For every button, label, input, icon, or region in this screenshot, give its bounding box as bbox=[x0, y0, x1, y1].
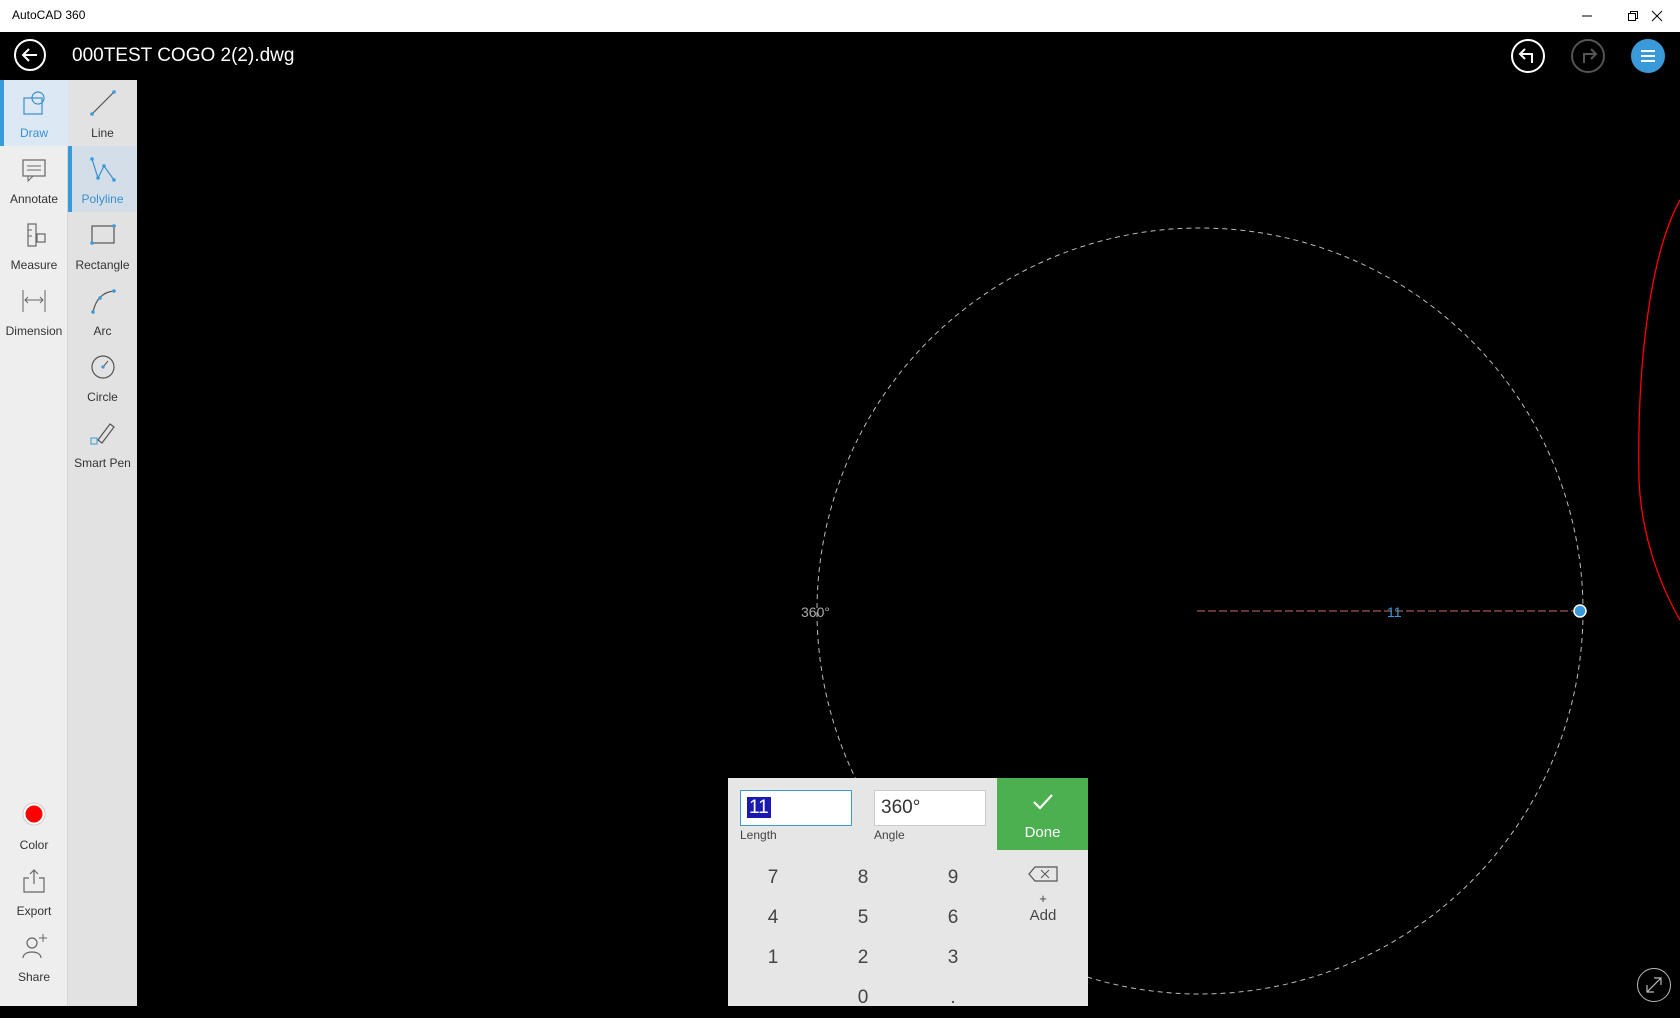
endpoint-handle[interactable] bbox=[1573, 604, 1587, 618]
category-annotate[interactable]: Annotate bbox=[0, 146, 68, 212]
redo-icon bbox=[1583, 48, 1598, 63]
coordinate-input-panel: 11 Length 360° Angle Done 7 8 9 4 5 6 + … bbox=[728, 778, 1088, 1008]
key-decimal[interactable]: . bbox=[908, 978, 998, 1018]
undo-button[interactable] bbox=[1511, 39, 1545, 73]
category-label: Draw bbox=[19, 126, 48, 140]
category-label: Measure bbox=[10, 258, 58, 272]
key-2[interactable]: 2 bbox=[818, 938, 908, 978]
close-icon bbox=[1651, 10, 1663, 22]
tool-smart-pen[interactable]: Smart Pen bbox=[68, 410, 137, 476]
checkmark-icon bbox=[1033, 794, 1053, 810]
color-label: Color bbox=[19, 838, 49, 852]
share-icon bbox=[22, 934, 47, 959]
export-icon bbox=[23, 869, 45, 893]
angle-input[interactable]: 360° bbox=[874, 790, 986, 826]
red-arc-entity bbox=[1638, 199, 1680, 621]
category-measure[interactable]: Measure bbox=[0, 212, 68, 278]
tool-label: Arc bbox=[93, 324, 112, 338]
length-readout: 11 bbox=[1387, 604, 1402, 620]
back-button[interactable] bbox=[14, 39, 46, 71]
key-9[interactable]: 9 bbox=[908, 858, 998, 898]
line-icon bbox=[89, 90, 116, 116]
category-label: Annotate bbox=[9, 192, 59, 206]
minimize-icon bbox=[1582, 15, 1592, 17]
menu-icon bbox=[1641, 50, 1655, 62]
tool-label: Line bbox=[91, 126, 114, 140]
done-label: Done bbox=[1024, 824, 1061, 841]
tool-rectangle[interactable]: Rectangle bbox=[68, 212, 137, 278]
smart-pen-icon bbox=[90, 423, 115, 445]
share-button[interactable]: Share bbox=[0, 924, 68, 990]
key-8[interactable]: 8 bbox=[818, 858, 908, 898]
close-button[interactable] bbox=[1634, 0, 1680, 32]
key-1[interactable]: 1 bbox=[728, 938, 818, 978]
color-swatch-icon bbox=[22, 802, 46, 826]
tool-line[interactable]: Line bbox=[68, 80, 137, 146]
key-0[interactable]: 0 bbox=[818, 978, 908, 1018]
tool-label: Polyline bbox=[81, 192, 124, 206]
category-dimension[interactable]: Dimension bbox=[0, 278, 68, 344]
polyline-icon bbox=[89, 157, 116, 182]
category-draw[interactable]: Draw bbox=[0, 80, 68, 146]
add-key[interactable]: + Add bbox=[998, 892, 1088, 926]
key-4[interactable]: 4 bbox=[728, 898, 818, 938]
category-sidebar: Draw Annotate Measure Dimension Color Ex… bbox=[0, 80, 68, 1006]
color-button[interactable]: Color bbox=[0, 792, 68, 858]
app-header: 000TEST COGO 2(2).dwg bbox=[0, 32, 1680, 80]
add-label: Add bbox=[1029, 907, 1057, 924]
key-3[interactable]: 3 bbox=[908, 938, 998, 978]
tool-sidebar: Line Polyline Rectangle Arc Circle Smart… bbox=[68, 80, 137, 1006]
measure-icon bbox=[27, 223, 46, 247]
tool-label: Smart Pen bbox=[74, 456, 131, 470]
fullscreen-button[interactable] bbox=[1637, 968, 1671, 1002]
draw-icon bbox=[23, 91, 45, 115]
category-label: Dimension bbox=[5, 324, 63, 338]
export-button[interactable]: Export bbox=[0, 858, 68, 924]
document-title: 000TEST COGO 2(2).dwg bbox=[72, 45, 295, 66]
key-6[interactable]: 6 bbox=[908, 898, 998, 938]
tool-circle[interactable]: Circle bbox=[68, 344, 137, 410]
tool-polyline[interactable]: Polyline bbox=[68, 146, 137, 212]
rectangle-icon bbox=[89, 224, 116, 245]
redo-button[interactable] bbox=[1571, 39, 1605, 73]
length-input[interactable]: 11 bbox=[740, 790, 852, 826]
angle-value: 360° bbox=[881, 797, 921, 818]
key-7[interactable]: 7 bbox=[728, 858, 818, 898]
export-label: Export bbox=[16, 904, 52, 918]
angle-readout: 360° bbox=[801, 604, 830, 620]
backspace-icon bbox=[1028, 866, 1058, 882]
add-plus-icon: + bbox=[1039, 891, 1047, 906]
tool-label: Rectangle bbox=[75, 258, 130, 272]
expand-icon bbox=[1646, 977, 1662, 993]
angle-label: Angle bbox=[874, 828, 905, 842]
window-titlebar: AutoCAD 360 bbox=[0, 0, 1680, 32]
tool-arc[interactable]: Arc bbox=[68, 278, 137, 344]
share-label: Share bbox=[17, 970, 51, 984]
done-button[interactable]: Done bbox=[997, 778, 1088, 850]
menu-button[interactable] bbox=[1631, 39, 1665, 73]
annotate-icon bbox=[22, 159, 46, 183]
key-5[interactable]: 5 bbox=[818, 898, 908, 938]
window-title: AutoCAD 360 bbox=[12, 8, 86, 22]
circle-icon bbox=[90, 355, 115, 379]
tool-label: Circle bbox=[87, 390, 118, 404]
back-icon bbox=[21, 48, 37, 62]
undo-icon bbox=[1518, 48, 1533, 63]
dimension-icon bbox=[22, 290, 46, 312]
backspace-key[interactable] bbox=[998, 854, 1088, 894]
length-value: 11 bbox=[747, 797, 771, 818]
arc-icon bbox=[90, 289, 116, 314]
length-label: Length bbox=[740, 828, 777, 842]
minimize-button[interactable] bbox=[1564, 0, 1610, 32]
